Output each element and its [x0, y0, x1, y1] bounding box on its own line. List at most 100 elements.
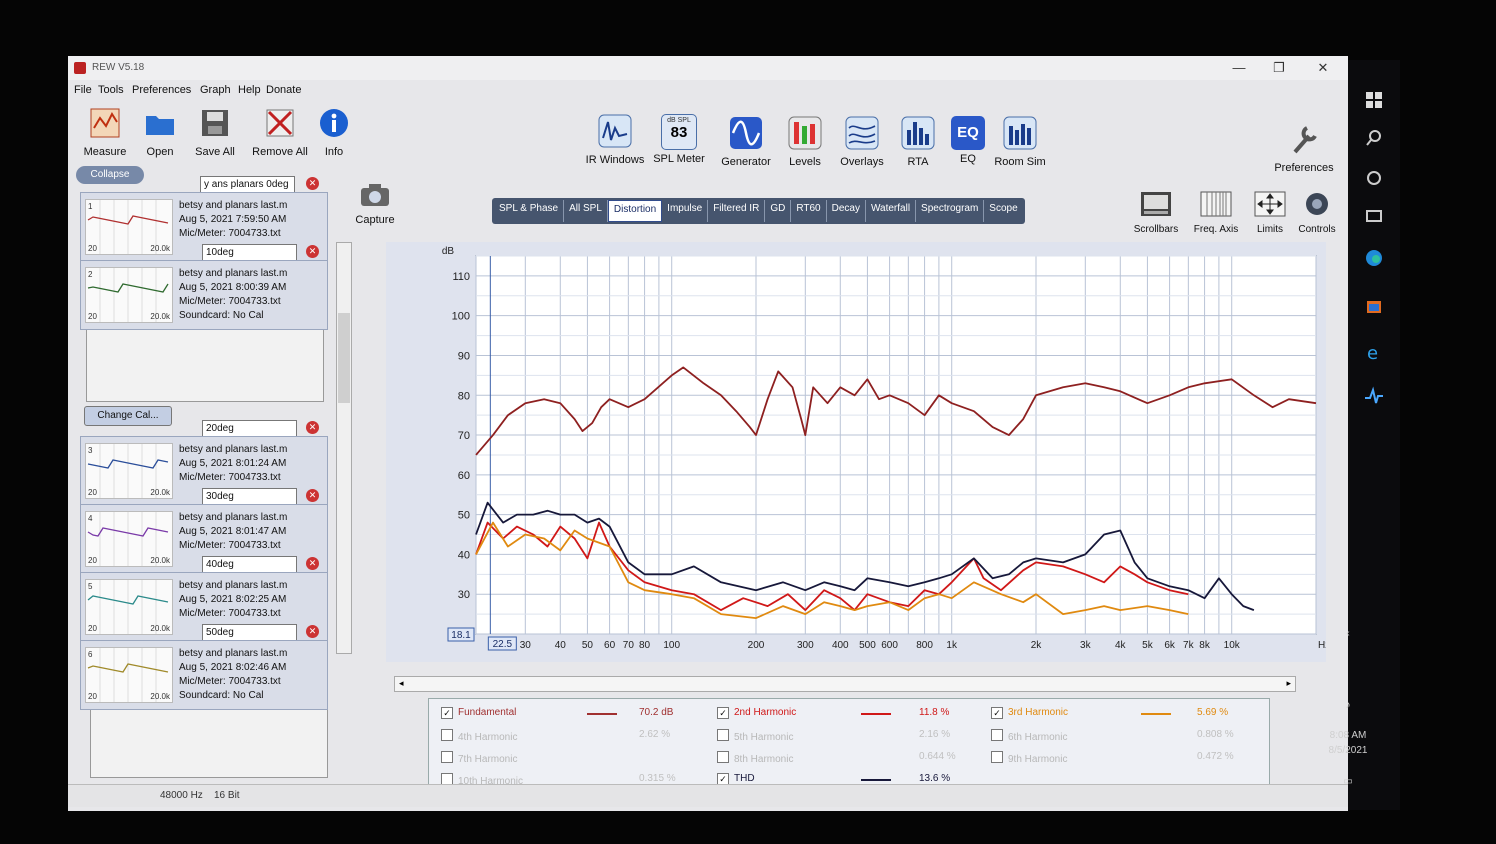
clock-time[interactable]: 8:08 AM: [1328, 730, 1368, 741]
scrollbars-button[interactable]: Scrollbars: [1128, 190, 1184, 235]
measurement-name-field[interactable]: 30deg: [202, 488, 297, 505]
edge-icon[interactable]: [1364, 248, 1384, 268]
measure-button[interactable]: Measure: [80, 106, 130, 158]
legend-item[interactable]: ✓ 3rd Harmonic: [991, 707, 1068, 719]
clock-date[interactable]: 8/5/2021: [1328, 745, 1368, 756]
remove-measurement-icon[interactable]: ✕: [306, 489, 319, 502]
scroll-right-icon[interactable]: ▸: [1286, 678, 1291, 689]
task-view-icon[interactable]: [1364, 206, 1384, 226]
remove-all-button[interactable]: Remove All: [250, 106, 310, 158]
controls-button[interactable]: Controls: [1294, 190, 1340, 235]
menu-preferences[interactable]: Preferences: [132, 84, 191, 96]
legend-checkbox[interactable]: [991, 729, 1003, 741]
freq-axis-button[interactable]: Freq. Axis: [1188, 190, 1244, 235]
measurement-scrollbar[interactable]: [336, 242, 352, 654]
windows-start-icon[interactable]: [1364, 90, 1384, 110]
legend-item[interactable]: 6th Harmonic: [991, 729, 1067, 743]
tab-impulse[interactable]: Impulse: [662, 200, 709, 222]
legend-checkbox[interactable]: ✓: [717, 707, 729, 719]
legend-item[interactable]: 5th Harmonic: [717, 729, 793, 743]
legend-item[interactable]: 8th Harmonic: [717, 751, 793, 765]
tab-all-spl[interactable]: All SPL: [564, 200, 608, 222]
menu-help[interactable]: Help: [238, 84, 261, 96]
tray-volume-icon[interactable]: ♪: [1328, 700, 1368, 711]
measurement-panel[interactable]: 2 20 20.0k betsy and planars last.m Aug 5, 2…: [80, 260, 328, 330]
tab-distortion[interactable]: Distortion: [607, 200, 663, 222]
tab-spl-phase[interactable]: SPL & Phase: [494, 200, 565, 222]
eq-button[interactable]: EQ EQ: [950, 116, 986, 165]
save-all-button[interactable]: Save All: [190, 106, 240, 158]
close-button[interactable]: ✕: [1308, 58, 1338, 78]
tab-filtered-ir[interactable]: Filtered IR: [708, 200, 766, 222]
measurement-name-field[interactable]: 50deg: [202, 624, 297, 641]
preferences-button[interactable]: Preferences: [1268, 122, 1340, 174]
generator-button[interactable]: Generator: [718, 116, 774, 168]
open-button[interactable]: Open: [138, 106, 182, 158]
overlays-button[interactable]: Overlays: [836, 116, 888, 168]
scroll-left-icon[interactable]: ◂: [399, 678, 404, 689]
info-button[interactable]: Info: [316, 106, 352, 158]
distortion-chart[interactable]: 2030405060708090100110dB3040506070801002…: [386, 242, 1326, 662]
cursor-level-readout: 18.1: [451, 630, 471, 641]
graph-horizontal-scrollbar[interactable]: ◂ ▸: [394, 676, 1296, 692]
legend-item[interactable]: ✓ 2nd Harmonic: [717, 707, 796, 719]
limits-button[interactable]: Limits: [1250, 190, 1290, 235]
internet-explorer-icon[interactable]: e: [1364, 342, 1384, 362]
legend-checkbox[interactable]: [441, 751, 453, 763]
remove-measurement-icon[interactable]: ✕: [306, 421, 319, 434]
menu-tools[interactable]: Tools: [98, 84, 124, 96]
measurement-name-field[interactable]: 20deg: [202, 420, 297, 437]
tab-rt60[interactable]: RT60: [791, 200, 827, 222]
room-sim-button[interactable]: Room Sim: [992, 116, 1048, 168]
menu-graph[interactable]: Graph: [200, 84, 231, 96]
menu-donate[interactable]: Donate: [266, 84, 301, 96]
legend-item[interactable]: ✓ Fundamental: [441, 707, 516, 719]
scrollbar-thumb[interactable]: [338, 313, 350, 403]
collapse-button[interactable]: Collapse: [76, 166, 144, 184]
remove-measurement-icon[interactable]: ✕: [306, 625, 319, 638]
legend-checkbox[interactable]: [717, 751, 729, 763]
measurement-notes-lower[interactable]: [90, 702, 328, 778]
tab-spectrogram[interactable]: Spectrogram: [916, 200, 985, 222]
remove-measurement-icon[interactable]: ✕: [306, 245, 319, 258]
search-icon[interactable]: [1364, 128, 1384, 148]
thumbnail-tick-max: 20.0k: [150, 692, 170, 701]
ir-windows-button[interactable]: IR Windows: [584, 114, 646, 166]
legend-item[interactable]: 4th Harmonic: [441, 729, 517, 743]
rew-taskbar-icon[interactable]: [1364, 386, 1384, 406]
store-icon[interactable]: [1364, 296, 1384, 316]
legend-item[interactable]: 7th Harmonic: [441, 751, 517, 765]
measurement-name-field[interactable]: 40deg: [202, 556, 297, 573]
legend-item[interactable]: 9th Harmonic: [991, 751, 1067, 765]
legend-checkbox[interactable]: ✓: [991, 707, 1003, 719]
measurement-notes[interactable]: [86, 324, 324, 402]
legend-label: 6th Harmonic: [1008, 732, 1068, 743]
remove-measurement-icon[interactable]: ✕: [306, 177, 319, 190]
measurement-name-field[interactable]: 10deg: [202, 244, 297, 261]
change-cal-button[interactable]: Change Cal...: [84, 406, 172, 426]
measurement-name-field[interactable]: y ans planars 0deg: [200, 176, 295, 193]
tab-gd[interactable]: GD: [765, 200, 792, 222]
legend-checkbox[interactable]: [991, 751, 1003, 763]
restore-button[interactable]: ❐: [1264, 58, 1294, 78]
legend-checkbox[interactable]: ✓: [441, 707, 453, 719]
remove-measurement-icon[interactable]: ✕: [306, 557, 319, 570]
action-center-icon[interactable]: ▭: [1328, 776, 1368, 787]
tray-chevron-icon[interactable]: ‹: [1328, 628, 1368, 639]
legend-checkbox[interactable]: [717, 729, 729, 741]
minimize-button[interactable]: —: [1224, 58, 1254, 78]
cortana-icon[interactable]: [1364, 168, 1384, 188]
measurement-thumbnail: 1 20 20.0k: [85, 199, 173, 255]
levels-button[interactable]: Levels: [782, 116, 828, 168]
tab-waterfall[interactable]: Waterfall: [866, 200, 917, 222]
measurement-panel[interactable]: 6 20 20.0k betsy and planars last.m Aug 5, 2…: [80, 640, 328, 710]
rta-button[interactable]: RTA: [898, 116, 938, 168]
capture-button[interactable]: Capture: [352, 182, 398, 226]
tab-scope[interactable]: Scope: [984, 200, 1022, 222]
menu-file[interactable]: File: [74, 84, 92, 96]
legend-value: 13.6 %: [919, 773, 951, 784]
legend-label: 2nd Harmonic: [734, 707, 797, 718]
spl-meter-button[interactable]: dB SPL 83 SPL Meter: [652, 114, 706, 165]
legend-checkbox[interactable]: [441, 729, 453, 741]
tab-decay[interactable]: Decay: [827, 200, 866, 222]
